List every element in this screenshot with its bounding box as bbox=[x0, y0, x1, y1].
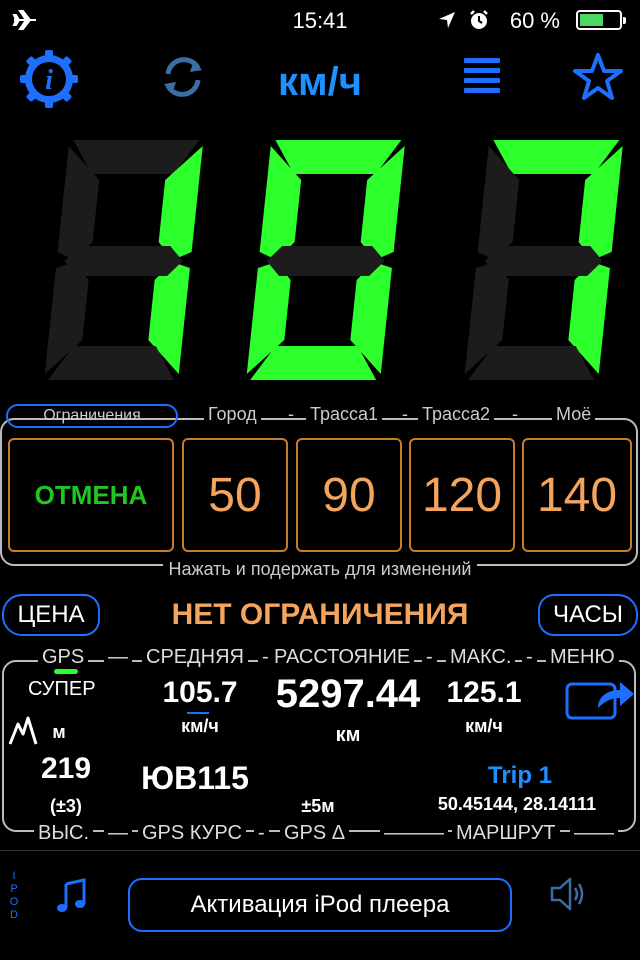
star-icon[interactable] bbox=[572, 52, 624, 102]
location-arrow-icon bbox=[439, 12, 455, 28]
music-note-icon[interactable] bbox=[56, 876, 90, 916]
battery-percent: 60 % bbox=[509, 8, 560, 33]
cancel-limit-label: ОТМЕНА bbox=[34, 479, 148, 510]
altitude-accuracy: (±3) bbox=[50, 796, 82, 816]
segment-g bbox=[64, 246, 183, 276]
speed-digit-3 bbox=[464, 140, 623, 380]
limit-status: НЕТ ОГРАНИЧЕНИЯ bbox=[171, 598, 469, 631]
limit-city-button[interactable]: 50 bbox=[182, 438, 288, 552]
volume-icon[interactable] bbox=[548, 874, 588, 914]
gps-signal-bar bbox=[54, 669, 78, 674]
distance-label: РАССТОЯНИЕ bbox=[270, 646, 415, 669]
altitude-unit: м bbox=[52, 722, 66, 742]
limit-city-value: 50 bbox=[208, 468, 262, 522]
segment-g bbox=[484, 246, 603, 276]
alarm-icon bbox=[470, 10, 488, 29]
cancel-limit-button[interactable]: ОТМЕНА bbox=[8, 438, 174, 552]
price-label: ЦЕНА bbox=[17, 601, 85, 628]
limits-hint: Нажать и подержать для изменений bbox=[0, 559, 640, 580]
battery-icon bbox=[576, 10, 626, 30]
tab-limits[interactable]: Ограничения bbox=[6, 404, 178, 428]
status-bar: 15:41 60 % bbox=[0, 0, 640, 40]
mountain-icon bbox=[8, 716, 38, 745]
avg-underline bbox=[187, 712, 209, 714]
gps-delta-label: GPS Δ bbox=[280, 822, 350, 845]
header-highway1: Трасса1 bbox=[306, 404, 383, 425]
limit-custom-button[interactable]: 140 bbox=[522, 438, 632, 552]
ipod-activate-label: Активация iPod плеера bbox=[190, 891, 450, 918]
menu-label[interactable]: МЕНЮ bbox=[546, 646, 619, 669]
distance-value: 5297.44 bbox=[275, 672, 421, 716]
gps-quality: СУПЕР bbox=[28, 678, 96, 700]
avg-speed-label: СРЕДНЯЯ bbox=[142, 646, 248, 669]
altitude-value: 219 bbox=[40, 752, 92, 785]
ipod-divider bbox=[0, 850, 640, 851]
speed-digit-1 bbox=[44, 140, 203, 380]
avg-speed-unit: км/ч bbox=[181, 716, 219, 736]
avg-speed-value: 105.7 bbox=[162, 676, 238, 709]
header-highway2: Трасса2 bbox=[418, 404, 495, 425]
limit-highway1-value: 90 bbox=[322, 468, 376, 522]
gps-delta-value: ±5м bbox=[301, 796, 335, 816]
gps-label: GPS bbox=[38, 646, 89, 669]
share-icon[interactable] bbox=[564, 678, 636, 722]
gps-course-value: ЮВ115 bbox=[141, 760, 249, 796]
menu-icon[interactable] bbox=[464, 56, 502, 98]
header-city: Город bbox=[204, 404, 261, 425]
price-button[interactable]: ЦЕНА bbox=[2, 594, 100, 636]
speed-display: 107 bbox=[44, 130, 623, 380]
speed-digit-2 bbox=[246, 140, 405, 380]
speed-digits bbox=[44, 140, 623, 380]
battery-fill bbox=[580, 14, 603, 26]
route-label: МАРШРУТ bbox=[452, 822, 560, 845]
gps-course-label: GPS КУРС bbox=[138, 822, 246, 845]
header-custom: Моё bbox=[552, 404, 596, 425]
limit-highway2-value: 120 bbox=[421, 468, 503, 522]
speed-unit-toggle[interactable]: км/ч bbox=[0, 60, 640, 105]
segment-g bbox=[266, 246, 385, 276]
limit-highway1-button[interactable]: 90 bbox=[296, 438, 402, 552]
limit-custom-value: 140 bbox=[536, 468, 618, 522]
speed-value: 107 bbox=[320, 130, 322, 131]
ipod-activate-button[interactable]: Активация iPod плеера bbox=[128, 878, 512, 932]
max-speed-value: 125.1 bbox=[446, 676, 522, 709]
trip-name[interactable]: Trip 1 bbox=[420, 762, 620, 790]
coordinates: 50.45144, 28.14111 bbox=[437, 794, 597, 814]
altitude-label: ВЫС. bbox=[34, 822, 94, 845]
limit-highway2-button[interactable]: 120 bbox=[409, 438, 515, 552]
max-speed-unit: км/ч bbox=[465, 716, 503, 736]
clock-label: ЧАСЫ bbox=[552, 601, 624, 628]
distance-unit: км bbox=[335, 724, 361, 746]
max-speed-label: МАКС. bbox=[446, 646, 516, 669]
limits-hint-text: Нажать и подержать для изменений bbox=[162, 559, 478, 579]
clock-button[interactable]: ЧАСЫ bbox=[538, 594, 638, 636]
ipod-vertical-label: IPOD bbox=[9, 870, 19, 921]
